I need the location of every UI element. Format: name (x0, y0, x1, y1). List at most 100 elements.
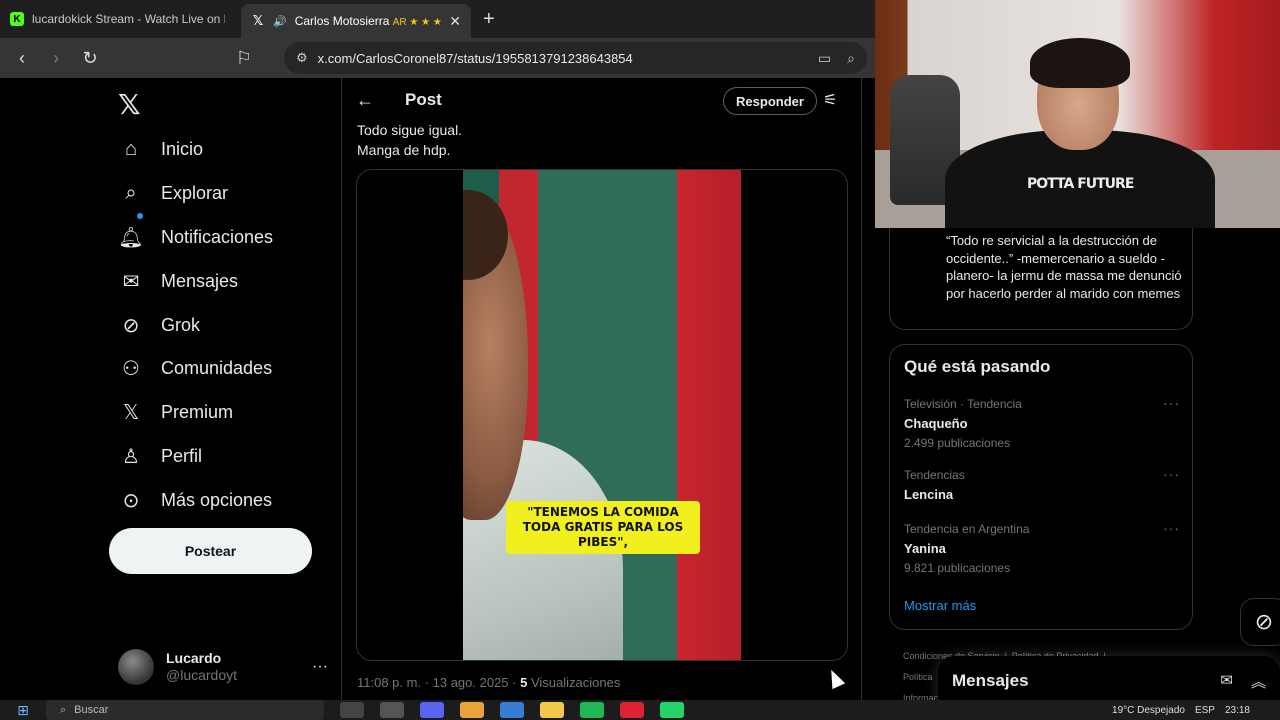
nav-item-grok[interactable]: ⊘ Grok (118, 307, 200, 343)
tab-title: Carlos Motosierra AR ★ ★ ★ (294, 14, 442, 28)
bio-text: “Todo re servicial a la destrucción de o… (946, 233, 1182, 301)
speaker-icon: 🔊 (273, 15, 287, 28)
close-tab-icon[interactable]: ✕ (449, 13, 461, 30)
new-message-icon[interactable]: ✉ (1220, 671, 1233, 692)
show-more-link[interactable]: Mostrar más (904, 598, 976, 613)
search-icon: ⌕ (125, 181, 137, 204)
grok-icon: ⊘ (1254, 609, 1274, 634)
post-header: ← Post Responder ⚟ (342, 78, 861, 124)
trend-item[interactable]: Tendencias Lencina ··· (904, 466, 1180, 502)
cast-icon[interactable]: ▭ (818, 50, 831, 67)
tab-kick-stream[interactable]: K lucardokick Stream - Watch Live on K (0, 0, 235, 38)
post-column: ← Post Responder ⚟ Todo sigue igual. Man… (342, 78, 862, 700)
chevron-up-icon[interactable]: ︽ (1251, 671, 1266, 692)
zoom-icon[interactable]: ⌕ (847, 50, 855, 67)
trends-panel: Qué está pasando Televisión · Tendencia … (889, 344, 1193, 630)
messages-drawer[interactable]: Mensajes ✉ ︽ (938, 656, 1280, 706)
views-count[interactable]: 5 (520, 675, 527, 690)
back-arrow-icon[interactable]: ← (356, 90, 374, 111)
nav-label: Inicio (161, 138, 204, 159)
tab-title: lucardokick Stream - Watch Live on K (32, 12, 225, 26)
trend-item[interactable]: Tendencia en Argentina Yanina 9.821 publ… (904, 520, 1180, 575)
nav-item-explore[interactable]: ⌕ Explorar (118, 175, 228, 211)
more-horizontal-icon[interactable]: ··· (1163, 395, 1180, 411)
mail-icon: ✉ (122, 270, 140, 293)
sliders-icon[interactable]: ⚟ (823, 90, 837, 110)
bell-icon: 🔔︎ (118, 226, 144, 249)
x-logo-icon: 𝕏 (252, 13, 264, 28)
forward-button[interactable]: › (42, 44, 70, 72)
nav-label: Premium (161, 401, 234, 422)
tab-carlos-motosierra[interactable]: 𝕏 🔊 Carlos Motosierra AR ★ ★ ★ ✕ (241, 4, 471, 38)
post-meta: 11:08 p. m. · 13 ago. 2025 · 5 Visualiza… (357, 675, 621, 690)
more-circle-icon: ⊙ (122, 489, 140, 512)
search-icon: ⌕ (60, 703, 67, 716)
spotify-icon[interactable] (580, 702, 604, 718)
nav-item-communities[interactable]: ⚇ Comunidades (118, 350, 272, 386)
weather-text[interactable]: 19°C Despejado (1112, 705, 1185, 716)
nav-item-premium[interactable]: 𝕏 Premium (118, 394, 233, 430)
windows-start-icon[interactable]: ⊞ (0, 700, 46, 720)
clock[interactable]: 23:18 (1225, 705, 1250, 716)
site-info-icon[interactable]: ⚙ (296, 50, 308, 66)
post-button[interactable]: Postear (109, 528, 312, 574)
shirt-text: POTTA FUTURE (1027, 176, 1134, 192)
profile-bio-card[interactable]: “Todo re servicial a la destrucción de o… (889, 228, 1193, 330)
nav-label: Perfil (161, 445, 203, 466)
video-frame[interactable]: "TENEMOS LA COMIDA TODA GRATIS PARA LOS … (463, 170, 741, 660)
browser-tab-bar: K lucardokick Stream - Watch Live on K 𝕏… (0, 0, 875, 38)
page-title: Post (405, 90, 442, 109)
task-view-icon[interactable] (340, 702, 364, 718)
post-text: Todo sigue igual. Manga de hdp. (357, 122, 463, 158)
person-icon: ♙ (122, 445, 140, 468)
new-tab-button[interactable]: + (471, 0, 507, 38)
nav-label: Comunidades (161, 357, 273, 378)
video-caption: "TENEMOS LA COMIDA TODA GRATIS PARA LOS … (506, 501, 700, 554)
nav-label: Grok (161, 314, 201, 335)
bookmark-icon[interactable]: ⚐ (230, 44, 258, 72)
nav-label: Más opciones (161, 489, 273, 510)
language-indicator[interactable]: ESP (1195, 705, 1215, 716)
x-logo-icon[interactable]: 𝕏 (118, 88, 141, 121)
grok-floating-button[interactable]: ⊘ (1240, 598, 1280, 646)
app-icon[interactable] (460, 702, 484, 718)
windows-taskbar: ⊞ ⌕ Buscar 19°C Despejado ESP 23:18 (0, 700, 1280, 720)
app-icon[interactable] (620, 702, 644, 718)
post-video[interactable]: "TENEMOS LA COMIDA TODA GRATIS PARA LOS … (356, 169, 848, 661)
file-explorer-icon[interactable] (540, 702, 564, 718)
taskbar-search[interactable]: ⌕ Buscar (46, 700, 324, 720)
left-sidebar: 𝕏 ⌂ Inicio ⌕ Explorar 🔔︎ Notificaciones … (0, 78, 342, 700)
x-logo-icon: 𝕏 (122, 401, 140, 424)
account-handle: @lucardoyt (166, 667, 238, 683)
url-text[interactable]: x.com/CarlosCoronel87/status/19558137912… (318, 51, 808, 66)
account-switcher[interactable]: Lucardo @lucardoyt ··· (118, 644, 328, 690)
trends-title: Qué está pasando (904, 357, 1051, 376)
nav-item-more-options[interactable]: ⊙ Más opciones (118, 482, 272, 518)
nav-item-messages[interactable]: ✉ Mensajes (118, 263, 238, 299)
discord-icon[interactable] (420, 702, 444, 718)
more-horizontal-icon[interactable]: ··· (1163, 520, 1180, 536)
address-bar[interactable]: ⚙ x.com/CarlosCoronel87/status/195581379… (284, 42, 867, 74)
reply-button[interactable]: Responder (723, 87, 817, 115)
more-horizontal-icon[interactable]: ··· (1163, 466, 1180, 482)
more-horizontal-icon[interactable]: ··· (312, 658, 328, 676)
system-tray: 19°C Despejado ESP 23:18 (1112, 705, 1280, 716)
kick-logo-icon: K (10, 12, 24, 26)
avatar (118, 649, 154, 685)
app-icon[interactable] (500, 702, 524, 718)
nav-item-notifications[interactable]: 🔔︎ Notificaciones (118, 219, 273, 255)
whatsapp-icon[interactable] (660, 702, 684, 718)
nav-label: Explorar (161, 182, 229, 203)
nav-label: Mensajes (161, 270, 239, 291)
nav-item-profile[interactable]: ♙ Perfil (118, 438, 202, 474)
communities-icon: ⚇ (122, 357, 140, 380)
reload-button[interactable]: ↻ (76, 44, 104, 72)
nav-label: Notificaciones (161, 226, 274, 247)
trend-item[interactable]: Televisión · Tendencia Chaqueño 2.499 pu… (904, 395, 1180, 450)
messages-title: Mensajes (952, 671, 1029, 690)
notification-dot (137, 213, 143, 219)
account-name: Lucardo (166, 650, 222, 667)
back-button[interactable]: ‹ (8, 44, 36, 72)
app-icon[interactable] (380, 702, 404, 718)
nav-item-home[interactable]: ⌂ Inicio (118, 131, 203, 167)
